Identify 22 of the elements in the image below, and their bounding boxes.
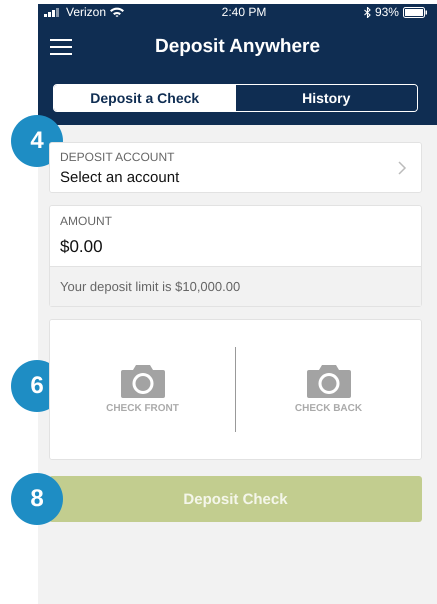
status-time: 2:40 PM bbox=[222, 5, 266, 19]
camera-icon[interactable] bbox=[306, 365, 350, 398]
tab[interactable]: Deposit a Check bbox=[54, 85, 236, 111]
account-selector[interactable]: DEPOSIT ACCOUNT Select an account bbox=[49, 142, 422, 193]
field-label: AMOUNT bbox=[60, 214, 113, 228]
carrier-name: Verizon bbox=[66, 5, 106, 19]
battery-percent: 93% bbox=[374, 5, 399, 19]
screen-title: Deposit Anywhere bbox=[154, 36, 322, 58]
capture-label: CHECK FRONT bbox=[106, 403, 179, 414]
signal-icon bbox=[44, 8, 62, 16]
wifi-icon bbox=[110, 7, 124, 17]
camera-icon[interactable] bbox=[120, 365, 164, 398]
deposit-limit-note: Your deposit limit is $10,000.00 bbox=[50, 266, 421, 306]
chevron-right-icon bbox=[397, 160, 407, 176]
capture-label: CHECK BACK bbox=[294, 403, 362, 414]
bluetooth-icon bbox=[364, 6, 371, 18]
amount-field[interactable]: $0.00 bbox=[60, 237, 411, 257]
battery-icon bbox=[402, 6, 427, 18]
menu-icon[interactable] bbox=[50, 39, 72, 55]
field-label: DEPOSIT ACCOUNT bbox=[60, 150, 176, 164]
callout-badge: 8 bbox=[11, 473, 63, 525]
account-value: Select an account bbox=[60, 169, 180, 186]
